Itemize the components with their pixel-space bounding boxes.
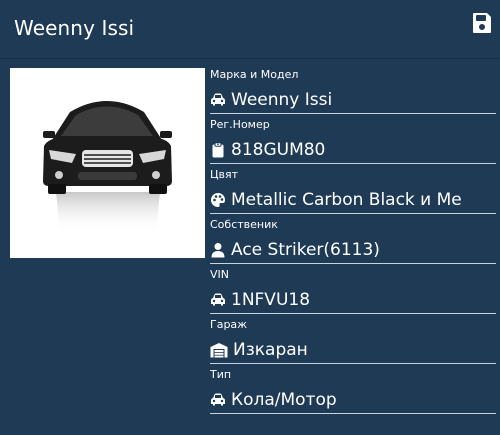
- car-icon: [210, 92, 226, 108]
- field-value: 1NFVU18: [231, 290, 311, 310]
- field-label: VIN: [210, 268, 229, 281]
- field-value: 818GUM80: [231, 140, 326, 160]
- field-label: Тип: [210, 368, 232, 381]
- vehicle-details: Марка и Модел Weenny Issi Рег.Номер 818G…: [209, 64, 497, 414]
- field-value-row: Кола/Мотор: [210, 387, 496, 414]
- field-value-row: Изкаран: [210, 337, 496, 364]
- field-value: Ace Striker(6113): [231, 240, 380, 260]
- vehicle-photo: [10, 68, 205, 258]
- field-label: Цвят: [210, 168, 239, 181]
- car-front-photo: [43, 101, 172, 233]
- field-value-row: Weenny Issi: [210, 87, 496, 114]
- clipboard-icon: [210, 142, 226, 158]
- field-value-row: 1NFVU18: [210, 287, 496, 314]
- field-value: Metallic Carbon Black и Me: [231, 190, 462, 210]
- field-color: Цвят Metallic Carbon Black и Me: [209, 164, 497, 214]
- palette-icon: [210, 192, 226, 208]
- field-reg-number: Рег.Номер 818GUM80: [209, 114, 497, 164]
- car-icon: [210, 292, 226, 308]
- field-label: Рег.Номер: [210, 118, 270, 131]
- vehicle-title: Weenny Issi: [14, 16, 135, 40]
- field-label: Марка и Модел: [210, 68, 299, 81]
- floppy-disk-icon: [470, 13, 494, 39]
- field-make-model: Марка и Модел Weenny Issi: [209, 64, 497, 114]
- field-label: Гараж: [210, 318, 248, 331]
- field-value: Weenny Issi: [231, 90, 333, 110]
- vehicle-card: Weenny Issi Марка и Модел Weenny Issi Ре…: [0, 0, 500, 435]
- field-value-row: Ace Striker(6113): [210, 237, 496, 264]
- field-value-row: Metallic Carbon Black и Me: [210, 187, 496, 214]
- field-value-row: 818GUM80: [210, 137, 496, 164]
- warehouse-icon: [210, 342, 228, 358]
- user-icon: [210, 242, 226, 258]
- field-value: Изкаран: [233, 340, 308, 360]
- field-label: Собственик: [210, 218, 278, 231]
- card-header: Weenny Issi: [0, 0, 500, 59]
- field-type: Тип Кола/Мотор: [209, 364, 497, 414]
- field-owner: Собственик Ace Striker(6113): [209, 214, 497, 264]
- field-value: Кола/Мотор: [231, 390, 337, 410]
- field-garage: Гараж Изкаран: [209, 314, 497, 364]
- save-button[interactable]: [470, 11, 494, 35]
- field-vin: VIN 1NFVU18: [209, 264, 497, 314]
- car-icon: [210, 392, 226, 408]
